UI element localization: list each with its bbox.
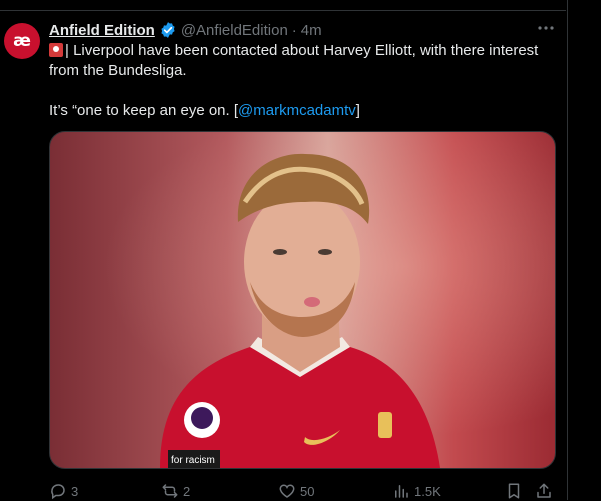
bookmark-button[interactable] xyxy=(505,481,527,501)
repost-icon xyxy=(162,484,178,498)
reply-icon xyxy=(51,484,65,500)
heart-icon xyxy=(279,484,295,498)
views-count: 1.5K xyxy=(414,483,441,499)
reply-count: 3 xyxy=(71,483,79,499)
like-button[interactable]: 50 xyxy=(278,481,314,501)
verified-badge-icon[interactable] xyxy=(159,21,177,39)
repost-button[interactable]: 2 xyxy=(161,481,190,501)
tweet[interactable]: æ Anfield Edition @AnfieldEdition · 4m |… xyxy=(0,11,566,500)
tweet-text-line1: | Liverpool have been contacted about Ha… xyxy=(49,41,559,81)
tweet-text: | Liverpool have been contacted about Ha… xyxy=(49,41,559,121)
views-button[interactable]: 1.5K xyxy=(392,481,441,501)
more-options-icon[interactable] xyxy=(536,18,556,38)
separator-dot: · xyxy=(291,21,297,39)
timeline-border xyxy=(567,0,568,500)
bookmark-icon xyxy=(508,483,520,499)
author-handle[interactable]: @AnfieldEdition xyxy=(181,22,288,39)
tweet-text-quote: It’s “one to keep an eye on. [ xyxy=(49,102,239,119)
tweet-text-line2: It’s “one to keep an eye on. [@markmcada… xyxy=(49,101,559,121)
tweet-header: Anfield Edition @AnfieldEdition · 4m xyxy=(49,20,322,40)
siren-emoji-icon xyxy=(49,43,63,57)
previous-tweet-divider xyxy=(0,0,566,11)
mention-link[interactable]: @markmcadamtv xyxy=(238,102,356,119)
share-icon xyxy=(537,483,551,498)
avatar[interactable]: æ xyxy=(4,23,40,59)
reply-button[interactable]: 3 xyxy=(49,481,78,501)
views-chart-icon xyxy=(395,485,408,498)
repost-count: 2 xyxy=(183,483,191,499)
timestamp[interactable]: 4m xyxy=(301,22,322,39)
author-name[interactable]: Anfield Edition xyxy=(49,22,155,39)
tweet-actions: 3 2 50 1.5K xyxy=(49,481,559,501)
like-count: 50 xyxy=(300,483,315,499)
photo-of-footballer-icon: for racism xyxy=(160,153,440,468)
tweet-photo[interactable]: for racism xyxy=(49,131,556,469)
tweet-text-body: | Liverpool have been contacted about Ha… xyxy=(49,42,539,79)
sleeve-text: for racism xyxy=(171,455,215,466)
share-button[interactable] xyxy=(535,481,557,501)
tweet-text-end: ] xyxy=(355,102,360,119)
